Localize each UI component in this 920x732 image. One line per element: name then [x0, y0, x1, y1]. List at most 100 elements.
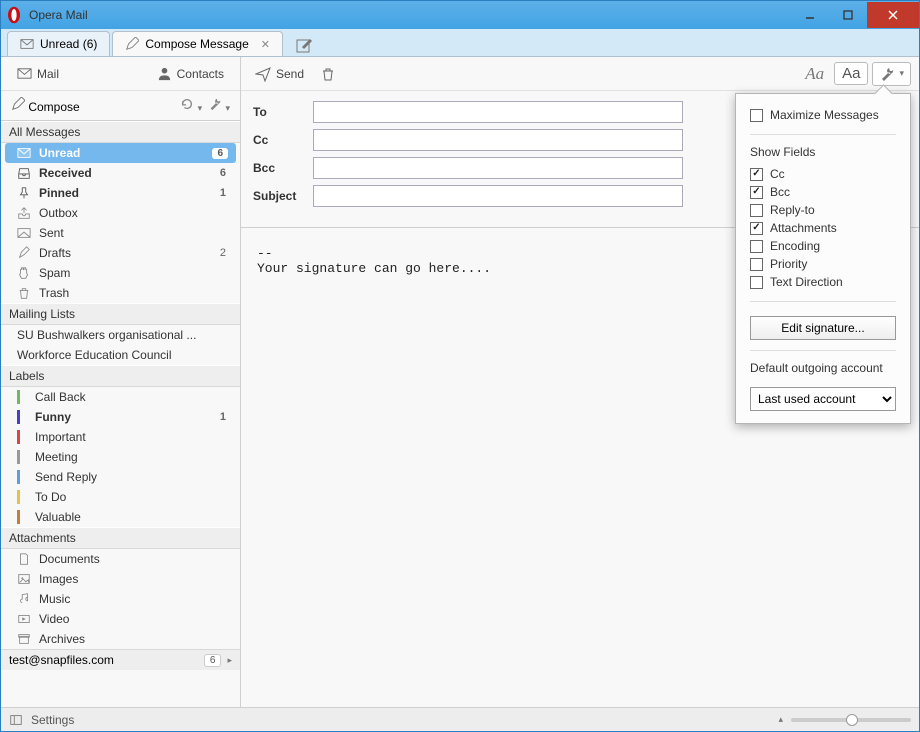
person-icon	[157, 66, 172, 81]
default-account-label: Default outgoing account	[750, 361, 896, 375]
panel-toggle-icon[interactable]	[9, 713, 23, 727]
label-callback[interactable]: Call Back	[1, 387, 240, 407]
checkbox-label: Cc	[770, 167, 785, 181]
attachment-archives[interactable]: Archives	[1, 629, 240, 649]
folder-trash[interactable]: Trash	[1, 283, 240, 303]
tab-unread[interactable]: Unread (6)	[7, 31, 110, 56]
trash-icon	[17, 286, 31, 300]
new-compose-button[interactable]	[291, 34, 317, 56]
attachment-list: Documents Images Music Video Archives	[1, 549, 240, 649]
mailing-label: Workforce Education Council	[17, 348, 232, 362]
account-row[interactable]: test@snapfiles.com 6 ▸	[1, 649, 240, 670]
inbox-icon	[17, 166, 31, 180]
refresh-button[interactable]: ▾	[180, 97, 202, 114]
attachment-label: Video	[39, 612, 232, 626]
close-button[interactable]	[867, 2, 919, 28]
section-all-messages[interactable]: All Messages	[1, 121, 240, 143]
bcc-input[interactable]	[313, 157, 683, 179]
label-text: To Do	[35, 490, 232, 504]
mailing-list-item[interactable]: SU Bushwalkers organisational ...	[1, 325, 240, 345]
font-sans-button[interactable]: Aa	[834, 62, 868, 85]
folder-count: 1	[220, 187, 232, 199]
tab-label: Unread (6)	[40, 37, 97, 51]
attachment-images[interactable]: Images	[1, 569, 240, 589]
default-account-select[interactable]: Last used account	[750, 387, 896, 411]
folder-label: Received	[39, 166, 212, 180]
attachment-video[interactable]: Video	[1, 609, 240, 629]
folder-spam[interactable]: Spam	[1, 263, 240, 283]
attachment-music[interactable]: Music	[1, 589, 240, 609]
draft-icon	[17, 246, 31, 260]
checkbox-icon	[750, 186, 763, 199]
compose-settings-button[interactable]: ▾	[872, 62, 911, 86]
contacts-button[interactable]: Contacts	[151, 62, 230, 85]
video-icon	[17, 612, 31, 626]
label-text: Funny	[35, 410, 212, 424]
edit-signature-button[interactable]: Edit signature...	[750, 316, 896, 340]
show-cc-checkbox[interactable]: Cc	[750, 165, 896, 183]
folder-label: Trash	[39, 286, 232, 300]
slider-thumb[interactable]	[846, 714, 858, 726]
envelope-icon	[17, 66, 32, 81]
section-attachments[interactable]: Attachments	[1, 527, 240, 549]
wrench-icon	[208, 97, 222, 111]
mailing-list-item[interactable]: Workforce Education Council	[1, 345, 240, 365]
show-attachments-checkbox[interactable]: Attachments	[750, 219, 896, 237]
folder-pinned[interactable]: Pinned 1	[1, 183, 240, 203]
titlebar[interactable]: Opera Mail	[1, 1, 919, 29]
label-todo[interactable]: To Do	[1, 487, 240, 507]
compose-icon	[296, 37, 312, 53]
compose-button[interactable]: Compose	[11, 97, 80, 114]
sidebar-compose-bar: Compose ▾ ▾	[1, 91, 240, 121]
cc-input[interactable]	[313, 129, 683, 151]
delete-button[interactable]	[314, 62, 342, 86]
up-arrow-icon[interactable]: ▴	[778, 714, 783, 725]
send-button[interactable]: Send	[249, 62, 310, 86]
folder-label: Spam	[39, 266, 232, 280]
wrench-icon	[879, 66, 895, 82]
folder-received[interactable]: Received 6	[1, 163, 240, 183]
folder-unread[interactable]: Unread 6	[5, 143, 236, 163]
dropdown-arrow-icon: ▾	[899, 68, 904, 79]
minimize-button[interactable]	[791, 2, 829, 28]
maximize-button[interactable]	[829, 2, 867, 28]
show-replyto-checkbox[interactable]: Reply-to	[750, 201, 896, 219]
show-encoding-checkbox[interactable]: Encoding	[750, 237, 896, 255]
folder-outbox[interactable]: Outbox	[1, 203, 240, 223]
label-meeting[interactable]: Meeting	[1, 447, 240, 467]
settings-wrench-button[interactable]: ▾	[208, 97, 230, 114]
sidebar-top-bar: Mail Contacts	[1, 57, 240, 91]
font-serif-button[interactable]: Aa	[799, 62, 830, 86]
window-title: Opera Mail	[29, 8, 88, 22]
subject-input[interactable]	[313, 185, 683, 207]
folder-label: Pinned	[39, 186, 212, 200]
dropdown-arrow-icon: ▾	[225, 103, 230, 113]
tab-label: Compose Message	[145, 37, 248, 51]
zoom-slider[interactable]	[791, 718, 911, 722]
label-color-icon	[17, 410, 27, 424]
show-priority-checkbox[interactable]: Priority	[750, 255, 896, 273]
checkbox-icon	[750, 168, 763, 181]
section-mailing-lists[interactable]: Mailing Lists	[1, 303, 240, 325]
show-textdirection-checkbox[interactable]: Text Direction	[750, 273, 896, 291]
label-important[interactable]: Important	[1, 427, 240, 447]
label-valuable[interactable]: Valuable	[1, 507, 240, 527]
to-input[interactable]	[313, 101, 683, 123]
mail-button[interactable]: Mail	[11, 62, 65, 85]
attachment-documents[interactable]: Documents	[1, 549, 240, 569]
tab-close-icon[interactable]: ✕	[261, 38, 270, 51]
label-text: Send Reply	[35, 470, 232, 484]
compose-toolbar: Send Aa Aa ▾	[241, 57, 919, 91]
maximize-messages-checkbox[interactable]: Maximize Messages	[750, 106, 896, 124]
label-sendreply[interactable]: Send Reply	[1, 467, 240, 487]
opera-logo-icon	[5, 6, 23, 24]
label-funny[interactable]: Funny1	[1, 407, 240, 427]
show-fields-label: Show Fields	[750, 145, 896, 159]
folder-sent[interactable]: Sent	[1, 223, 240, 243]
section-labels[interactable]: Labels	[1, 365, 240, 387]
tab-compose[interactable]: Compose Message ✕	[112, 31, 283, 56]
sent-icon	[17, 226, 31, 240]
settings-label[interactable]: Settings	[31, 713, 74, 727]
folder-drafts[interactable]: Drafts 2	[1, 243, 240, 263]
show-bcc-checkbox[interactable]: Bcc	[750, 183, 896, 201]
